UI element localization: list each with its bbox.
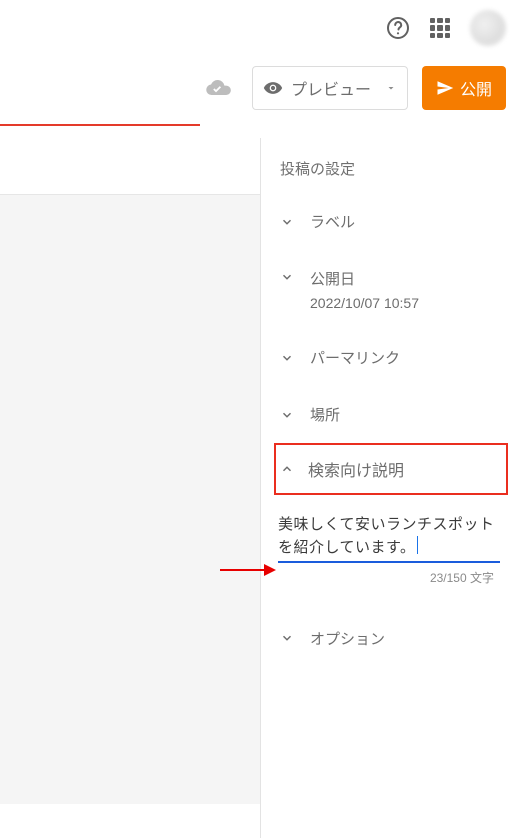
apps-grid-icon[interactable] <box>428 16 452 40</box>
chevron-down-icon <box>278 408 296 422</box>
publish-button[interactable]: 公開 <box>422 66 506 110</box>
search-description-text: 美味しくて安いランチスポットを紹介しています。 <box>278 513 500 560</box>
options-label: オプション <box>310 628 385 649</box>
section-labels[interactable]: ラベル <box>274 193 508 250</box>
eye-icon <box>263 78 283 98</box>
action-bar: プレビュー 公開 <box>0 56 520 120</box>
annotation-arrow <box>220 560 280 580</box>
help-icon[interactable] <box>386 16 410 40</box>
chevron-down-icon <box>278 270 296 284</box>
section-search-description[interactable]: 検索向け説明 <box>274 443 508 495</box>
char-count: 23/150 文字 <box>278 563 500 586</box>
preview-button[interactable]: プレビュー <box>252 66 408 110</box>
editor-area[interactable] <box>0 194 260 804</box>
section-options[interactable]: オプション <box>274 610 508 667</box>
permalink-label: パーマリンク <box>310 347 400 368</box>
chevron-down-icon <box>278 631 296 645</box>
post-settings-panel: 投稿の設定 ラベル 公開日 2022/10/07 10:57 パーマリンク <box>262 138 518 667</box>
chevron-down-icon <box>278 215 296 229</box>
top-app-bar <box>0 0 520 56</box>
chevron-up-icon <box>280 462 294 476</box>
send-icon <box>436 79 454 97</box>
section-permalink[interactable]: パーマリンク <box>274 329 508 386</box>
location-label: 場所 <box>310 404 340 425</box>
search-description-field[interactable]: 美味しくて安いランチスポットを紹介しています。 23/150 文字 <box>274 495 508 588</box>
section-publish-date[interactable]: 公開日 2022/10/07 10:57 <box>274 250 508 329</box>
chevron-down-icon <box>278 351 296 365</box>
section-location[interactable]: 場所 <box>274 386 508 443</box>
publish-date-label: 公開日 <box>310 268 419 289</box>
publish-date-value: 2022/10/07 10:57 <box>310 295 419 311</box>
text-cursor <box>417 536 418 554</box>
settings-title: 投稿の設定 <box>274 152 508 193</box>
search-description-label: 検索向け説明 <box>308 457 404 481</box>
labels-label: ラベル <box>310 211 355 232</box>
publish-label: 公開 <box>460 76 492 100</box>
caret-down-icon <box>385 82 397 94</box>
preview-label: プレビュー <box>291 76 371 100</box>
sidebar-divider <box>260 138 261 838</box>
tab-indicator <box>0 124 200 126</box>
cloud-saved-icon <box>204 74 232 102</box>
avatar[interactable] <box>470 10 506 46</box>
